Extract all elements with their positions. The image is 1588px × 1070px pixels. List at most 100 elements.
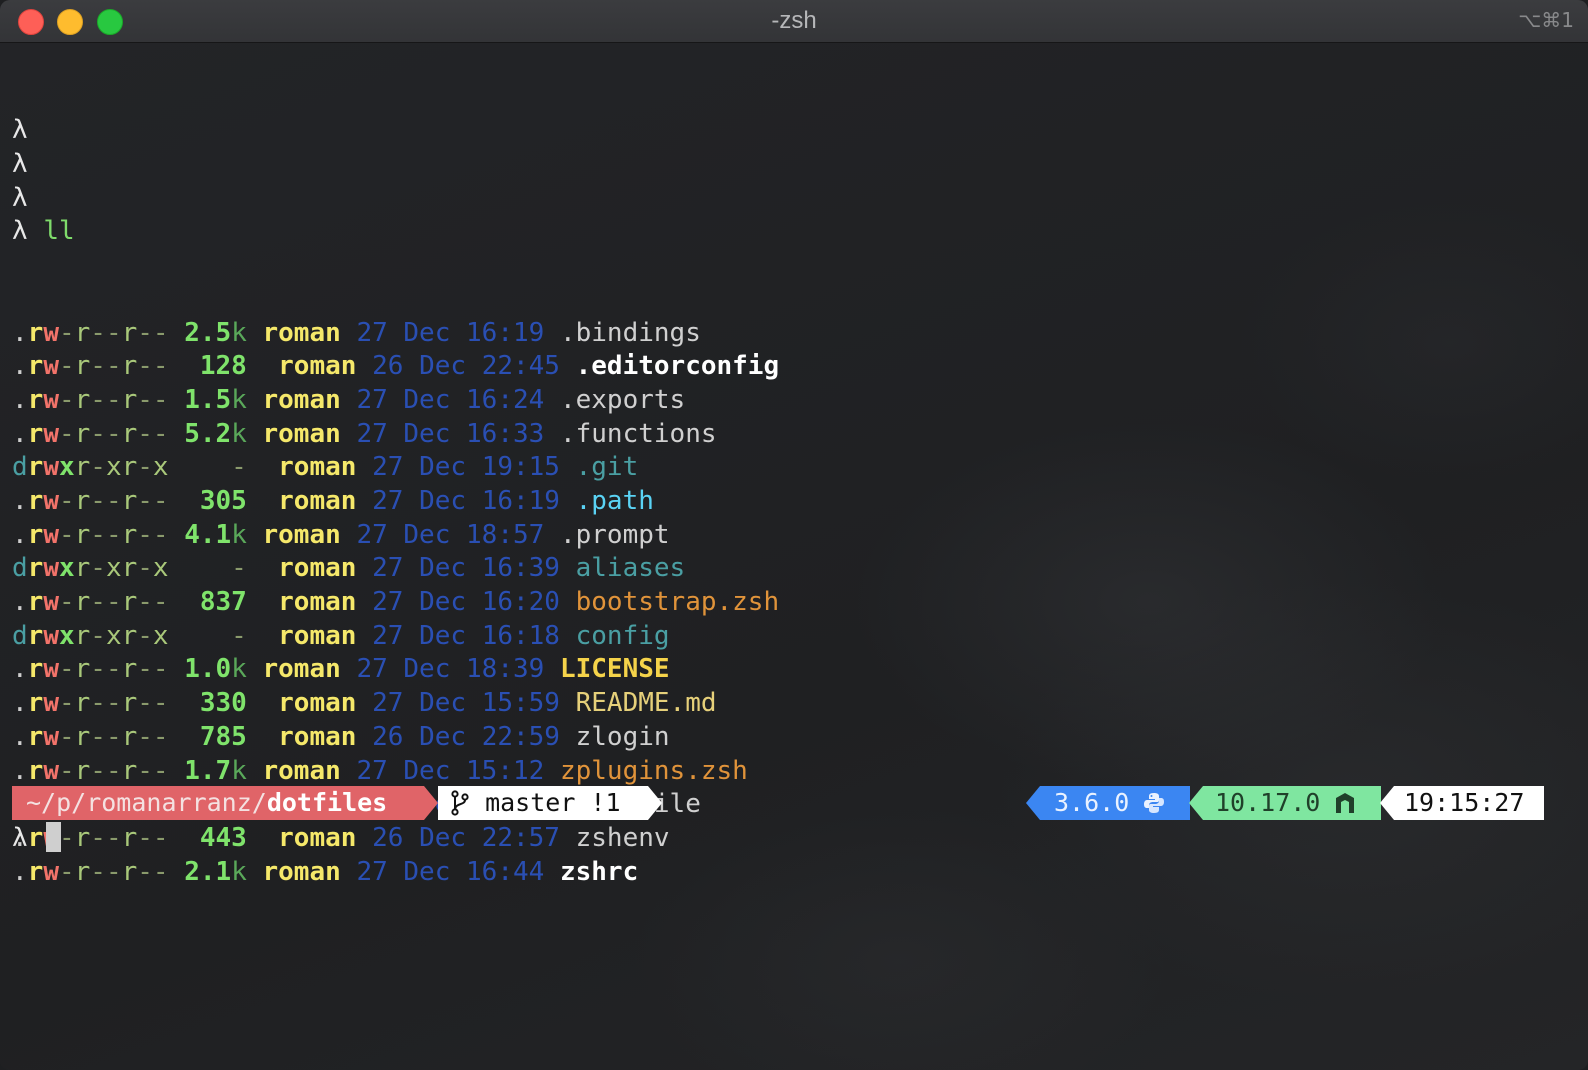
- file-time: 18:57: [466, 519, 545, 550]
- file-day: 26: [372, 822, 404, 853]
- file-day: 27: [356, 856, 388, 887]
- file-month: Dec: [403, 654, 451, 685]
- file-time: 22:45: [481, 351, 560, 382]
- file-month: Dec: [403, 418, 451, 449]
- prompt-symbol: λ: [12, 216, 28, 247]
- file-time: 16:39: [481, 553, 560, 584]
- file-size: 4.1: [184, 519, 232, 550]
- file-name: zshrc: [559, 856, 639, 887]
- file-type: .: [12, 654, 28, 685]
- file-month: Dec: [419, 620, 467, 651]
- file-permissions: rw-r--r--: [27, 654, 169, 685]
- file-month: Dec: [403, 384, 451, 415]
- file-name: .editorconfig: [575, 351, 780, 382]
- file-owner: roman: [262, 519, 341, 550]
- file-row: drwxr-xr-x - roman 27 Dec 19:15 .git: [12, 451, 1576, 485]
- file-permissions: rw-r--r--: [27, 519, 169, 550]
- file-name: .git: [575, 452, 639, 483]
- file-name: config: [575, 620, 670, 651]
- file-type: d: [12, 452, 28, 483]
- prompt-time-segment: 19:15:27: [1394, 786, 1544, 820]
- file-row: drwxr-xr-x - roman 27 Dec 16:18 config: [12, 620, 1576, 654]
- prompt-path-segment: ~/p/romanarranz/dotfiles: [12, 786, 424, 820]
- file-time: 22:57: [481, 822, 560, 853]
- file-type: .: [12, 755, 28, 786]
- file-time: 16:33: [466, 418, 545, 449]
- file-row: .rw-r--r-- 837 roman 27 Dec 16:20 bootst…: [12, 586, 1576, 620]
- file-time: 16:20: [481, 587, 560, 618]
- file-permissions: rw-r--r--: [27, 486, 169, 516]
- file-permissions: rwxr-xr-x: [27, 620, 169, 651]
- prompt-symbol: λ: [12, 149, 28, 180]
- file-time: 22:59: [481, 721, 560, 752]
- history-line: λ: [12, 182, 1576, 216]
- file-month: Dec: [403, 755, 451, 786]
- file-day: 27: [372, 620, 404, 651]
- prompt-symbol: λ: [12, 823, 28, 853]
- file-time: 15:12: [466, 755, 545, 786]
- window-shortcut: ⌥⌘1: [1518, 8, 1574, 32]
- file-row: .rw-r--r-- 2.5k roman 27 Dec 16:19 .bind…: [12, 317, 1576, 351]
- file-size-unit: k: [231, 418, 247, 449]
- file-row: .rw-r--r-- 330 roman 27 Dec 15:59 README…: [12, 687, 1576, 721]
- file-row: .rw-r--r-- 305 roman 27 Dec 16:19 .path: [12, 485, 1576, 519]
- current-prompt-line[interactable]: λ: [12, 822, 61, 855]
- title-bar[interactable]: -zsh ⌥⌘1: [0, 0, 1588, 43]
- file-row: .rw-r--r-- 5.2k roman 27 Dec 16:33 .func…: [12, 418, 1576, 452]
- file-name: zshenv: [575, 822, 670, 853]
- file-permissions: rw-r--r--: [27, 384, 169, 415]
- file-day: 27: [372, 553, 404, 584]
- file-size-unit: k: [231, 755, 247, 786]
- file-size: 1.7: [184, 755, 232, 786]
- file-day: 27: [356, 418, 388, 449]
- file-row: .rw-r--r-- 443 roman 26 Dec 22:57 zshenv: [12, 822, 1576, 856]
- file-size: 443: [184, 822, 247, 853]
- file-owner: roman: [262, 384, 341, 415]
- file-size-unit: k: [231, 654, 247, 685]
- file-type: d: [12, 620, 28, 651]
- text-cursor[interactable]: [45, 822, 61, 852]
- window-title: -zsh: [771, 7, 817, 34]
- file-day: 27: [372, 452, 404, 483]
- file-owner: roman: [262, 654, 341, 685]
- file-permissions: rw-r--r--: [27, 351, 169, 382]
- branch-icon: [451, 790, 469, 816]
- file-name: .path: [575, 486, 654, 516]
- node-separator: [1189, 786, 1203, 820]
- terminal-output[interactable]: λλλλ ll .rw-r--r-- 2.5k roman 27 Dec 16:…: [12, 47, 1576, 957]
- file-day: 27: [372, 688, 404, 719]
- file-size: 1.0: [184, 654, 232, 685]
- file-permissions: rw-r--r--: [27, 721, 169, 752]
- file-month: Dec: [419, 587, 467, 618]
- file-owner: roman: [278, 452, 357, 483]
- file-name: .bindings: [559, 317, 701, 348]
- file-time: 16:24: [466, 384, 545, 415]
- node-version: 10.17.0: [1215, 788, 1321, 817]
- file-permissions: rw-r--r--: [27, 755, 169, 786]
- file-permissions: rwxr-xr-x: [27, 553, 169, 584]
- file-size-unit: k: [231, 317, 247, 348]
- prompt-git-segment: master !1: [438, 786, 648, 820]
- python-separator: [1026, 786, 1040, 820]
- path-current: dotfiles: [266, 788, 388, 817]
- file-month: Dec: [419, 553, 467, 584]
- file-size: 128: [184, 351, 247, 382]
- file-row: .rw-r--r-- 1.0k roman 27 Dec 18:39 LICEN…: [12, 653, 1576, 687]
- file-row: .rw-r--r-- 4.1k roman 27 Dec 18:57 .prom…: [12, 519, 1576, 553]
- file-type: .: [12, 317, 28, 348]
- file-owner: roman: [262, 856, 341, 887]
- prompt-node-segment: 10.17.0: [1203, 786, 1381, 820]
- file-time: 16:18: [481, 620, 560, 651]
- file-month: Dec: [419, 351, 467, 382]
- file-name: .exports: [559, 384, 686, 415]
- prompt-symbol: λ: [12, 182, 28, 213]
- file-size: 5.2: [184, 418, 232, 449]
- prompt-time: 19:15:27: [1404, 788, 1525, 817]
- file-owner: roman: [262, 317, 341, 348]
- file-month: Dec: [403, 856, 451, 887]
- file-row: .rw-r--r-- 1.7k roman 27 Dec 15:12 zplug…: [12, 755, 1576, 789]
- file-type: .: [12, 519, 28, 550]
- file-day: 27: [356, 384, 388, 415]
- git-branch: master !1: [485, 788, 621, 817]
- file-owner: roman: [278, 822, 357, 853]
